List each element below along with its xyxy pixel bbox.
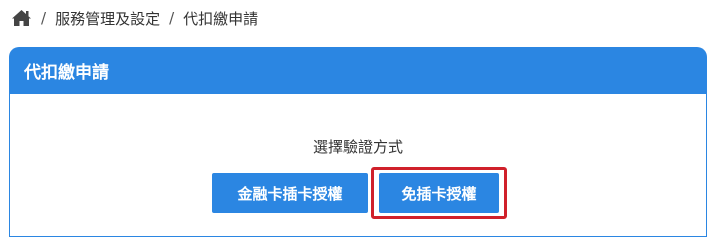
panel-body: 選擇驗證方式 金融卡插卡授權 免插卡授權 [9,94,707,237]
highlight-frame: 免插卡授權 [371,167,507,219]
breadcrumb-separator: / [41,9,47,27]
withholding-application-panel: 代扣繳申請 選擇驗證方式 金融卡插卡授權 免插卡授權 [9,47,707,237]
breadcrumb-item-withholding-application: 代扣繳申請 [183,9,259,28]
panel-header: 代扣繳申請 [9,47,707,94]
no-card-auth-button[interactable]: 免插卡授權 [379,173,499,213]
breadcrumb-separator: / [169,9,175,27]
breadcrumb: / 服務管理及設定 / 代扣繳申請 [10,6,258,30]
home-icon[interactable] [10,8,32,28]
breadcrumb-item-service-settings[interactable]: 服務管理及設定 [55,8,160,29]
card-auth-button[interactable]: 金融卡插卡授權 [212,173,368,213]
panel-title: 代扣繳申請 [24,63,109,83]
verification-method-prompt: 選擇驗證方式 [312,138,403,156]
